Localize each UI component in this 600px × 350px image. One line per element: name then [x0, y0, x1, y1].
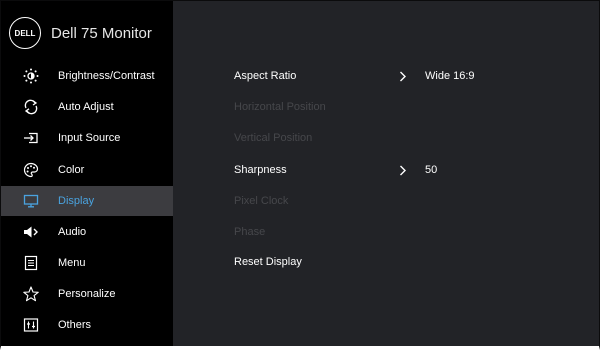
menu-item-others[interactable]: Others [1, 310, 173, 340]
aspect-ratio-label: Aspect Ratio [234, 70, 297, 82]
menu-item-brightness-contrast[interactable]: Brightness/Contrast [1, 61, 173, 91]
star-icon [23, 286, 39, 302]
menu-item-auto-adjust[interactable]: Auto Adjust [1, 92, 173, 122]
menu-item-label: Auto Adjust [58, 101, 114, 113]
vertical-position-row: Vertical Position [234, 126, 574, 150]
sharpness-row[interactable]: Sharpness 50 [234, 158, 574, 182]
brand-header: DELL Dell 75 Monitor [9, 13, 152, 53]
menu-item-label: Menu [58, 257, 86, 269]
menu-item-label: Personalize [58, 288, 116, 300]
menu-item-label: Input Source [58, 132, 121, 144]
monitor-title: Dell 75 Monitor [51, 24, 152, 42]
sharpness-value: 50 [425, 164, 438, 176]
chevron-right-icon [398, 70, 408, 82]
menu-icon [23, 255, 39, 271]
aspect-ratio-row[interactable]: Aspect Ratio Wide 16:9 [234, 64, 574, 88]
menu-item-menu[interactable]: Menu [1, 248, 173, 278]
speaker-icon [23, 224, 39, 240]
brightness-icon [23, 68, 39, 84]
phase-row: Phase [234, 220, 574, 244]
menu-item-label: Others [58, 319, 92, 331]
dell-logo-text: DELL [14, 28, 36, 38]
menu-item-input-source[interactable]: Input Source [1, 123, 173, 153]
aspect-ratio-value: Wide 16:9 [425, 70, 475, 82]
horizontal-position-row: Horizontal Position [234, 95, 574, 119]
menu-item-label: Brightness/Contrast [58, 70, 155, 82]
others-icon [23, 317, 39, 333]
reset-display-label: Reset Display [234, 256, 302, 268]
color-palette-icon [23, 162, 39, 178]
phase-label: Phase [234, 226, 266, 238]
pixel-clock-label: Pixel Clock [234, 195, 289, 207]
display-icon [23, 193, 39, 209]
input-source-icon [23, 130, 39, 146]
menu-item-display[interactable]: Display [1, 186, 173, 216]
sidebar: DELL Dell 75 Monitor Brightness/Contrast… [1, 1, 173, 346]
menu-item-label: Color [58, 164, 85, 176]
menu-item-color[interactable]: Color [1, 155, 173, 185]
auto-adjust-icon [23, 99, 39, 115]
menu-item-personalize[interactable]: Personalize [1, 279, 173, 309]
monitor-osd: DELL Dell 75 Monitor Brightness/Contrast… [0, 0, 600, 350]
horizontal-position-label: Horizontal Position [234, 101, 326, 113]
menu-item-label: Display [58, 195, 95, 207]
dell-logo: DELL [9, 17, 41, 49]
menu-item-audio[interactable]: Audio [1, 217, 173, 247]
sharpness-label: Sharpness [234, 164, 287, 176]
vertical-position-label: Vertical Position [234, 132, 313, 144]
chevron-right-icon [398, 164, 408, 176]
reset-display-row[interactable]: Reset Display [234, 250, 574, 274]
display-settings-panel: Aspect Ratio Wide 16:9 Horizontal Positi… [173, 1, 599, 346]
pixel-clock-row: Pixel Clock [234, 189, 574, 213]
menu-item-label: Audio [58, 226, 87, 238]
